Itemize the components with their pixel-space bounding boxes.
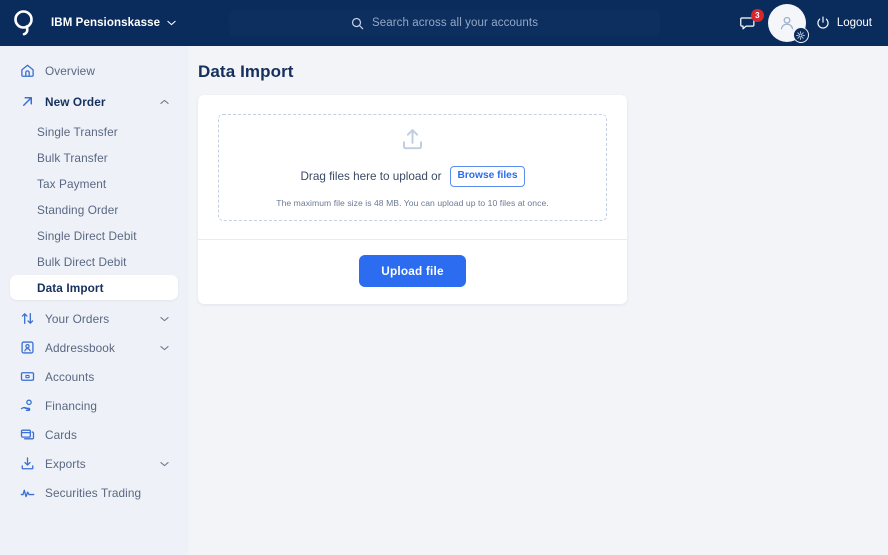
hand-coin-icon: [18, 396, 37, 415]
notification-badge: 3: [750, 9, 764, 22]
sidebar-item-label: Tax Payment: [37, 176, 107, 191]
sidebar-item-label: New Order: [45, 94, 106, 109]
sidebar-item-label: Single Direct Debit: [37, 228, 137, 243]
upload-file-button[interactable]: Upload file: [359, 255, 466, 287]
sidebar-item-single-direct-debit[interactable]: Single Direct Debit: [10, 223, 178, 248]
dropzone-hint: The maximum file size is 48 MB. You can …: [276, 197, 549, 208]
sort-arrows-icon: [18, 309, 37, 328]
org-name: IBM Pensionskasse: [51, 17, 161, 29]
card-footer: Upload file: [198, 240, 627, 304]
sidebar-item-label: Bulk Direct Debit: [37, 254, 127, 269]
global-search[interactable]: Search across all your accounts: [229, 10, 660, 36]
user-avatar[interactable]: [767, 4, 809, 43]
sidebar-item-bulk-direct-debit[interactable]: Bulk Direct Debit: [10, 249, 178, 274]
chevron-down-icon[interactable]: [160, 345, 169, 351]
org-switcher[interactable]: IBM Pensionskasse: [51, 17, 176, 29]
sidebar-item-new-order[interactable]: New Order: [10, 89, 178, 114]
sidebar-item-label: Bulk Transfer: [37, 150, 108, 165]
sidebar-item-label: Addressbook: [45, 340, 115, 355]
sidebar-item-standing-order[interactable]: Standing Order: [10, 197, 178, 222]
sidebar-item-label: Cards: [45, 427, 77, 442]
banknote-icon: [18, 367, 37, 386]
sidebar-item-financing[interactable]: Financing: [10, 393, 178, 418]
sidebar-item-securities-trading[interactable]: Securities Trading: [10, 480, 178, 505]
pulse-line-icon: [18, 483, 37, 502]
sidebar-item-label: Securities Trading: [45, 485, 142, 500]
chevron-down-icon[interactable]: [160, 316, 169, 322]
dropzone-text: Drag files here to upload or: [300, 170, 442, 183]
sidebar-item-label: Data Import: [37, 280, 104, 295]
user-avatar-icon: [780, 16, 794, 30]
contact-card-icon: [18, 338, 37, 357]
upload-tray-icon: [399, 127, 426, 159]
arrow-up-right-icon: [18, 92, 37, 111]
sidebar-item-label: Accounts: [45, 369, 95, 384]
brand-q-logo-icon: [13, 10, 33, 36]
main-content: Data Import Drag files here to upload or…: [188, 46, 888, 555]
sidebar-item-label: Financing: [45, 398, 98, 413]
sidebar-item-label: Exports: [45, 456, 86, 471]
data-import-card: Drag files here to upload or Browse file…: [198, 95, 627, 304]
home-icon: [18, 61, 37, 80]
power-icon: [817, 16, 829, 29]
header-actions: 3 Logout: [734, 0, 888, 46]
chevron-down-icon[interactable]: [160, 461, 169, 467]
page-title: Data Import: [198, 62, 294, 81]
gear-icon: [796, 30, 806, 40]
browse-files-button[interactable]: Browse files: [450, 166, 525, 187]
brand-logo[interactable]: [0, 0, 47, 46]
sidebar-item-label: Standing Order: [37, 202, 119, 217]
notifications-button[interactable]: 3: [734, 8, 764, 38]
search-input[interactable]: Search across all your accounts: [372, 17, 538, 29]
avatar-settings-badge[interactable]: [792, 27, 809, 43]
file-dropzone[interactable]: Drag files here to upload or Browse file…: [218, 114, 607, 221]
sidebar-item-tax-payment[interactable]: Tax Payment: [10, 171, 178, 196]
sidebar-item-your-orders[interactable]: Your Orders: [10, 306, 178, 331]
sidebar-nav: Overview New Order Single Transfer Bulk …: [0, 46, 188, 555]
sidebar-item-overview[interactable]: Overview: [10, 58, 178, 83]
dropzone-prompt-row: Drag files here to upload or Browse file…: [300, 166, 525, 187]
logout-button[interactable]: Logout: [816, 16, 888, 30]
sidebar-item-data-import[interactable]: Data Import: [10, 275, 178, 300]
sidebar-item-addressbook[interactable]: Addressbook: [10, 335, 178, 360]
logout-label: Logout: [836, 17, 872, 29]
download-tray-icon: [18, 454, 37, 473]
top-header: IBM Pensionskasse Search across all your…: [0, 0, 888, 46]
sidebar-item-label: Overview: [45, 63, 95, 78]
sidebar-item-exports[interactable]: Exports: [10, 451, 178, 476]
sidebar-item-single-transfer[interactable]: Single Transfer: [10, 119, 178, 144]
sidebar-item-label: Your Orders: [45, 311, 110, 326]
sidebar-item-label: Single Transfer: [37, 124, 118, 139]
chevron-up-icon[interactable]: [160, 99, 169, 105]
search-icon: [351, 17, 364, 29]
chevron-down-icon: [167, 20, 176, 26]
app-root: IBM Pensionskasse Search across all your…: [0, 0, 888, 555]
sidebar-item-cards[interactable]: Cards: [10, 422, 178, 447]
credit-cards-icon: [18, 425, 37, 444]
sidebar-item-accounts[interactable]: Accounts: [10, 364, 178, 389]
sidebar-item-bulk-transfer[interactable]: Bulk Transfer: [10, 145, 178, 170]
card-body: Drag files here to upload or Browse file…: [198, 95, 627, 239]
